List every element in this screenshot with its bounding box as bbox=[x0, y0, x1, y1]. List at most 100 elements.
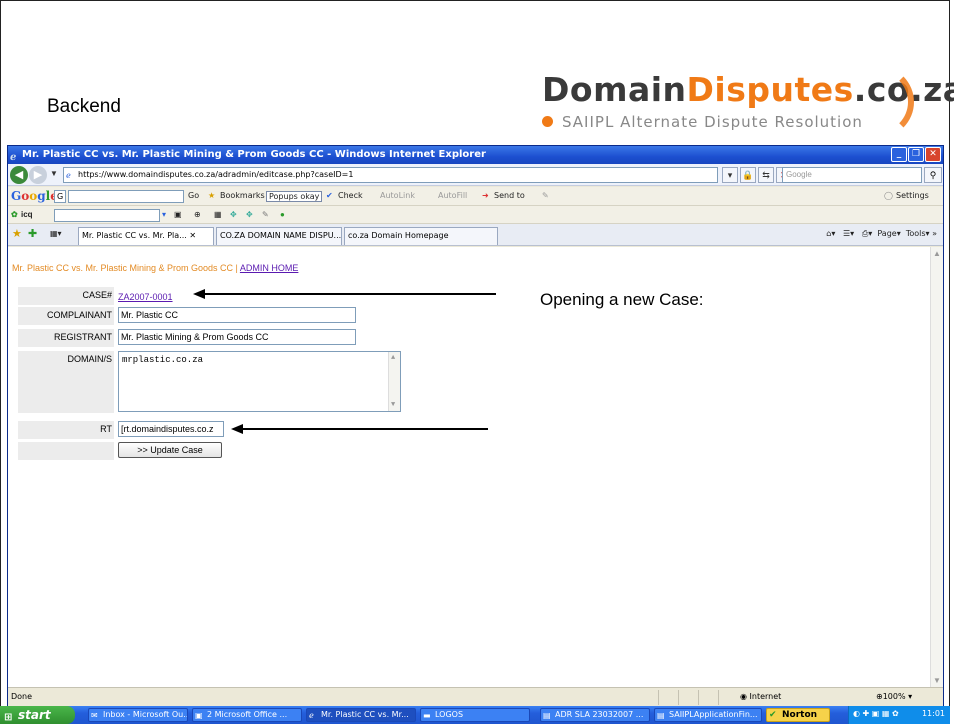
globe-icon: ◉ bbox=[740, 692, 747, 701]
google-menu-button[interactable]: G bbox=[54, 190, 66, 203]
search-icon[interactable]: ⚲ bbox=[924, 167, 942, 183]
complainant-label: COMPLAINANT bbox=[18, 307, 114, 325]
popups-button[interactable]: Popups okay bbox=[266, 191, 323, 202]
registrant-row: REGISTRANT Mr. Plastic Mining & Prom Goo… bbox=[18, 329, 368, 349]
tray-icons[interactable]: ◐ ✚ ▣ ▦ ✿ bbox=[853, 709, 899, 718]
spellcheck-icon: ✔ bbox=[326, 191, 333, 200]
start-button[interactable]: ⊞ start bbox=[0, 706, 75, 724]
back-button[interactable]: ◀ bbox=[10, 166, 28, 184]
document-icon: ▤ bbox=[657, 711, 665, 720]
registrant-label: REGISTRANT bbox=[18, 329, 114, 347]
url-dropdown-icon[interactable]: ▾ bbox=[722, 167, 738, 183]
send-to-button[interactable]: Send to bbox=[494, 191, 525, 200]
norton-check-icon: ✔ bbox=[769, 710, 777, 720]
breadcrumb: Mr. Plastic CC vs. Mr. Plastic Mining & … bbox=[12, 263, 299, 273]
page-menu-button[interactable]: Page bbox=[877, 229, 896, 238]
complainant-row: COMPLAINANT Mr. Plastic CC bbox=[18, 307, 368, 327]
lock-icon[interactable]: 🔒 bbox=[740, 167, 756, 183]
taskbar-item-saiipl[interactable]: ▤ SAIIPLApplicationFin... bbox=[654, 708, 762, 722]
icq-tool-icon[interactable]: ▦ bbox=[214, 210, 222, 219]
system-tray: ◐ ✚ ▣ ▦ ✿ 11:01 bbox=[848, 706, 950, 724]
tab-coza-homepage[interactable]: co.za Domain Homepage bbox=[344, 227, 498, 245]
rt-field[interactable]: [rt.domaindisputes.co.z bbox=[118, 421, 224, 437]
history-dropdown-icon[interactable]: ▼ bbox=[50, 169, 58, 178]
taskbar-item-adr-sla[interactable]: ▤ ADR SLA 23032007 ... bbox=[540, 708, 650, 722]
complainant-field[interactable]: Mr. Plastic CC bbox=[118, 307, 356, 323]
google-logo: Google bbox=[11, 189, 58, 203]
icq-label[interactable]: icq bbox=[21, 210, 33, 219]
annotation-arrowhead-case bbox=[193, 289, 205, 299]
refresh-icon[interactable]: ⇆ bbox=[758, 167, 774, 183]
icq-tool-icon[interactable]: ✎ bbox=[262, 210, 269, 219]
print-icon[interactable]: ⎙▾ bbox=[862, 229, 872, 238]
folder-icon: ▬ bbox=[423, 711, 431, 720]
forward-button[interactable]: ▶ bbox=[29, 166, 47, 184]
taskbar-item-outlook[interactable]: ✉ Inbox - Microsoft Ou... bbox=[88, 708, 188, 722]
url-field[interactable]: ℯ https://www.domaindisputes.co.za/adrad… bbox=[63, 167, 718, 183]
page-scrollbar[interactable]: ▲ ▼ bbox=[930, 247, 943, 687]
domaindisputes-logo: DomainDisputes.co.za SAIIPL Alternate Di… bbox=[528, 62, 954, 142]
icq-tool-icon[interactable]: ⊕ bbox=[194, 210, 201, 219]
icq-tool-icon[interactable]: ✥ bbox=[246, 210, 253, 219]
star-icon[interactable]: ★ bbox=[208, 191, 215, 200]
update-case-button[interactable]: >> Update Case bbox=[118, 442, 222, 458]
autolink-button[interactable]: AutoLink bbox=[380, 191, 415, 200]
scroll-down-icon[interactable]: ▼ bbox=[933, 676, 941, 685]
address-bar: ◀ ▶ ▼ ℯ https://www.domaindisputes.co.za… bbox=[8, 164, 943, 186]
home-icon[interactable]: ⌂▾ bbox=[826, 229, 835, 238]
close-button[interactable]: ✕ bbox=[925, 147, 941, 162]
status-divider bbox=[718, 690, 719, 705]
icq-dropdown-icon[interactable]: ▾ bbox=[162, 210, 166, 219]
icq-flower-icon: ✿ bbox=[11, 210, 18, 219]
tab-coza-dispute[interactable]: CO.ZA DOMAIN NAME DISPU... bbox=[216, 227, 342, 245]
admin-home-link[interactable]: ADMIN HOME bbox=[240, 263, 299, 273]
favorites-star-icon[interactable]: ★ bbox=[12, 227, 22, 240]
feeds-icon[interactable]: ☰▾ bbox=[843, 229, 854, 238]
bookmarks-button[interactable]: Bookmarks bbox=[220, 191, 265, 200]
clock[interactable]: 11:01 bbox=[922, 709, 945, 718]
autofill-button[interactable]: AutoFill bbox=[438, 191, 467, 200]
check-button[interactable]: Check bbox=[338, 191, 363, 200]
case-label: CASE# bbox=[18, 287, 114, 305]
window-titlebar[interactable]: ℯ Mr. Plastic CC vs. Mr. Plastic Mining … bbox=[8, 146, 943, 164]
taskbar-item-office[interactable]: ▣ 2 Microsoft Office ... bbox=[192, 708, 302, 722]
status-bar: Done ◉ Internet ⊕100% ▾ bbox=[8, 687, 943, 706]
status-divider bbox=[698, 690, 699, 705]
registrant-field[interactable]: Mr. Plastic Mining & Prom Goods CC bbox=[118, 329, 356, 345]
tab-mr-plastic[interactable]: Mr. Plastic CC vs. Mr. Pla... ✕ bbox=[78, 227, 214, 245]
google-go-button[interactable]: Go bbox=[188, 191, 199, 200]
window-controls: _ ❐ ✕ bbox=[891, 147, 941, 162]
norton-button[interactable]: ✔ Norton bbox=[766, 708, 830, 722]
maximize-button[interactable]: ❐ bbox=[908, 147, 924, 162]
scroll-down-icon[interactable]: ▼ bbox=[391, 401, 395, 409]
tools-menu-button[interactable]: Tools bbox=[906, 229, 926, 238]
icq-tool-icon[interactable]: ● bbox=[280, 210, 285, 219]
zoom-control[interactable]: ⊕100% ▾ bbox=[876, 692, 912, 701]
page-content: Mr. Plastic CC vs. Mr. Plastic Mining & … bbox=[8, 247, 932, 687]
submit-row-label bbox=[18, 442, 114, 460]
google-search-input[interactable] bbox=[68, 190, 184, 203]
minimize-button[interactable]: _ bbox=[891, 147, 907, 162]
icq-search-input[interactable] bbox=[54, 209, 160, 222]
case-number-link[interactable]: ZA2007-0001 bbox=[118, 292, 173, 302]
rt-row: RT [rt.domaindisputes.co.z bbox=[18, 421, 368, 441]
icq-tool-icon[interactable]: ▣ bbox=[174, 210, 182, 219]
taskbar-item-logos[interactable]: ▬ LOGOS bbox=[420, 708, 530, 722]
status-divider bbox=[678, 690, 679, 705]
domains-textarea[interactable]: mrplastic.co.za ▲ ▼ bbox=[118, 351, 401, 412]
taskbar-item-ie[interactable]: ℯ Mr. Plastic CC vs. Mr... bbox=[306, 708, 416, 722]
settings-button[interactable]: Settings bbox=[896, 191, 929, 200]
annotation-arrow-case bbox=[204, 293, 496, 295]
pdf-icon: ▤ bbox=[543, 711, 551, 720]
scroll-up-icon[interactable]: ▲ bbox=[933, 249, 941, 258]
scroll-up-icon[interactable]: ▲ bbox=[391, 354, 395, 362]
command-bar: ⌂▾ ☰▾ ⎙▾ Page▾ Tools▾ » bbox=[826, 229, 937, 238]
icq-tool-icon[interactable]: ✥ bbox=[230, 210, 237, 219]
highlighter-icon[interactable]: ✎ bbox=[542, 191, 549, 200]
security-zone[interactable]: ◉ Internet bbox=[740, 692, 781, 701]
quick-tabs-icon[interactable]: ▦▾ bbox=[50, 229, 62, 238]
textarea-scrollbar[interactable]: ▲ ▼ bbox=[388, 352, 400, 411]
add-favorite-icon[interactable]: ✚ bbox=[28, 227, 37, 240]
slide: Backend DomainDisputes.co.za SAIIPL Alte… bbox=[0, 0, 954, 724]
search-input[interactable]: Google bbox=[782, 167, 922, 183]
